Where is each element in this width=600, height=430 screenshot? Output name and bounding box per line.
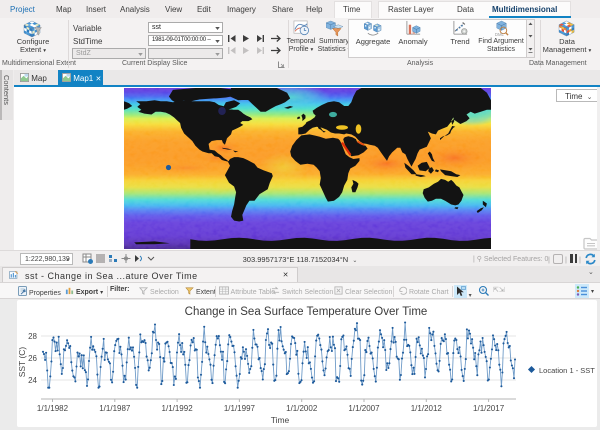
svg-text:1/1/1982: 1/1/1982 xyxy=(37,404,69,413)
svg-text:Time: Time xyxy=(271,415,290,425)
svg-text:1/1/2017: 1/1/2017 xyxy=(473,404,505,413)
svg-text:SST (C): SST (C) xyxy=(17,347,27,378)
svg-text:1/1/1997: 1/1/1997 xyxy=(224,404,256,413)
svg-text:24: 24 xyxy=(28,376,37,385)
svg-text:26: 26 xyxy=(28,354,37,363)
svg-text:DML: DML xyxy=(494,32,504,37)
svg-text:1/1/1987: 1/1/1987 xyxy=(99,404,131,413)
svg-text:Change in Sea Surface Temperat: Change in Sea Surface Temperature Over T… xyxy=(185,306,428,318)
svg-text:28: 28 xyxy=(28,332,37,341)
svg-text:1/1/1992: 1/1/1992 xyxy=(162,404,194,413)
svg-text:1/1/2002: 1/1/2002 xyxy=(286,404,318,413)
svg-text:Location 1 - SST: Location 1 - SST xyxy=(539,366,595,375)
svg-text:1/1/2007: 1/1/2007 xyxy=(348,404,380,413)
svg-text:1/1/2012: 1/1/2012 xyxy=(411,404,443,413)
